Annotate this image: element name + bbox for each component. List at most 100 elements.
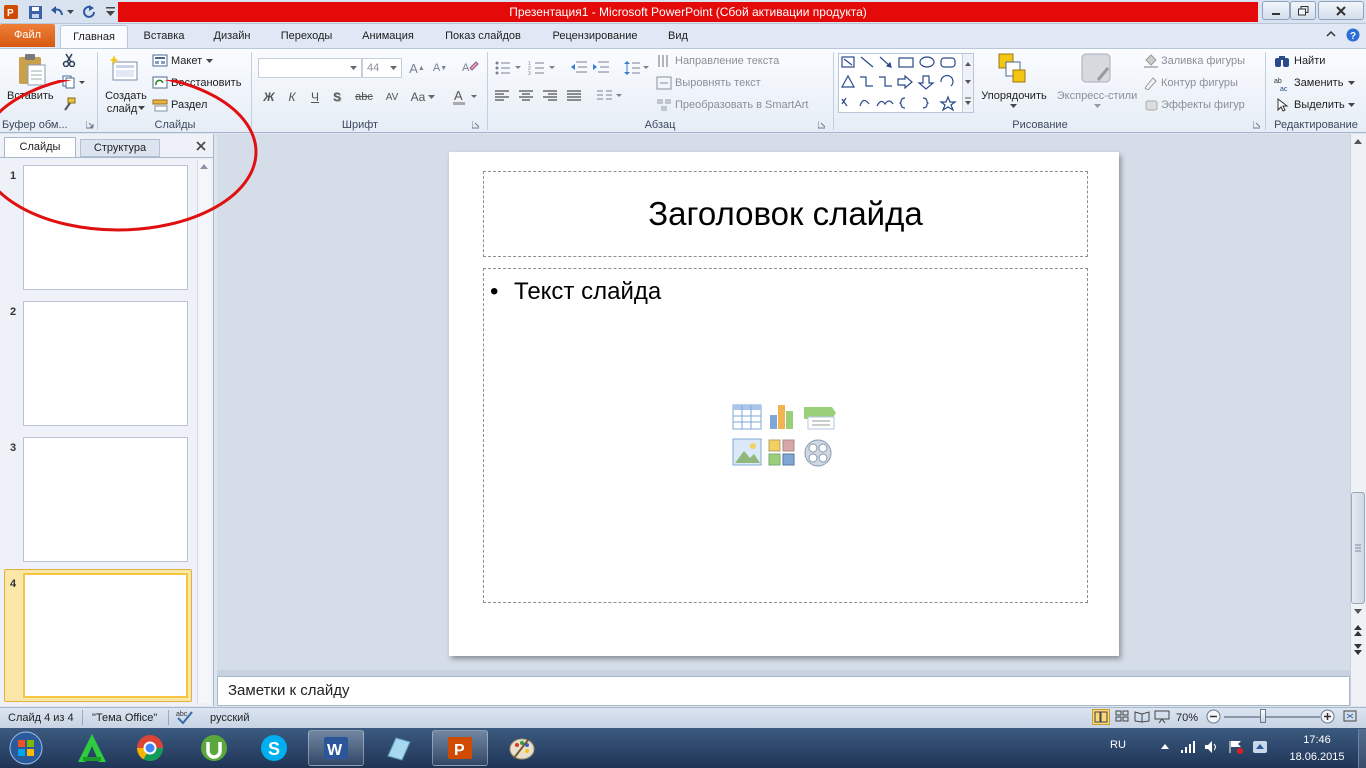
undo-icon[interactable] [48, 3, 66, 21]
customize-qat-icon[interactable] [104, 3, 116, 21]
change-case-button[interactable]: Aa [408, 88, 438, 106]
clear-formatting-icon[interactable]: A [460, 58, 480, 78]
justify-icon[interactable] [566, 89, 584, 105]
slide-sorter-icon[interactable] [1114, 709, 1132, 725]
tab-slideshow[interactable]: Показ слайдов [433, 24, 533, 48]
layout-button[interactable]: Макет [171, 54, 202, 68]
taskbar-chrome[interactable] [122, 730, 178, 766]
bullets-icon[interactable] [494, 60, 524, 78]
zoom-out-icon[interactable] [1206, 709, 1222, 725]
minimize-ribbon-icon[interactable] [1326, 30, 1338, 42]
theme-status[interactable]: "Тема Office" [92, 708, 157, 728]
arrange-button[interactable]: Упорядочить [978, 89, 1050, 103]
select-icon[interactable] [1274, 98, 1292, 112]
text-direction-icon[interactable] [656, 54, 672, 68]
font-launcher-icon[interactable] [472, 121, 480, 129]
volume-icon[interactable] [1204, 740, 1220, 754]
quick-styles-button[interactable]: Экспресс-стили [1054, 89, 1140, 103]
align-right-icon[interactable] [542, 89, 560, 105]
align-left-icon[interactable] [494, 89, 512, 105]
show-desktop-button[interactable] [1358, 729, 1366, 768]
slide-title[interactable]: Заголовок слайда [483, 192, 1088, 236]
undo-dropdown-icon[interactable] [66, 3, 74, 21]
shrink-font-icon[interactable]: A ▼ [430, 58, 450, 78]
scroll-down-icon[interactable] [1352, 606, 1364, 618]
close-window-button[interactable] [1318, 1, 1364, 20]
shadow-text-icon[interactable]: SS [330, 88, 348, 106]
scroll-thumb[interactable] [1351, 492, 1365, 604]
start-button[interactable] [6, 730, 46, 766]
action-center-flag-icon[interactable] [1228, 740, 1244, 754]
tray-app-icon[interactable] [1252, 740, 1268, 754]
grow-font-icon[interactable]: A ▲ [407, 58, 427, 78]
fit-to-window-icon[interactable] [1342, 709, 1360, 725]
strikethrough-button[interactable]: abc [352, 88, 376, 106]
taskbar-paint[interactable] [494, 730, 550, 766]
reading-view-icon[interactable] [1134, 709, 1152, 725]
line-spacing-icon[interactable] [624, 60, 650, 78]
restore-button[interactable] [1290, 1, 1316, 20]
tab-design[interactable]: Дизайн [201, 24, 263, 48]
redo-icon[interactable] [80, 3, 98, 21]
tab-view[interactable]: Вид [657, 24, 699, 48]
columns-icon[interactable] [596, 89, 624, 105]
shape-outline-button[interactable]: Контур фигуры [1161, 76, 1238, 90]
minimize-button[interactable] [1262, 1, 1290, 20]
shape-fill-button[interactable]: Заливка фигуры [1161, 54, 1245, 68]
scroll-up-icon[interactable] [1352, 136, 1364, 150]
language-indicator[interactable]: RU [1110, 739, 1126, 751]
select-button[interactable]: Выделить [1294, 98, 1345, 112]
shape-effects-icon[interactable] [1143, 98, 1159, 112]
convert-smartart-button[interactable]: Преобразовать в SmartArt [675, 98, 808, 112]
font-name-combobox[interactable] [258, 58, 362, 78]
help-icon[interactable]: ? [1346, 28, 1362, 44]
language-status[interactable]: русский [210, 708, 249, 728]
next-slide-icon[interactable] [1352, 642, 1364, 656]
char-spacing-button[interactable]: AV [380, 88, 404, 106]
slide-thumbnail-3[interactable] [23, 437, 188, 562]
tab-transitions[interactable]: Переходы [269, 24, 344, 48]
clock-date[interactable]: 18.06.2015 [1282, 750, 1352, 764]
find-button[interactable]: Найти [1294, 54, 1325, 68]
taskbar-glass-app[interactable] [370, 730, 426, 766]
zoom-slider-track[interactable] [1224, 716, 1320, 718]
binoculars-icon[interactable] [1274, 54, 1292, 68]
tray-expand-icon[interactable] [1160, 742, 1170, 752]
decrease-indent-icon[interactable] [570, 60, 588, 78]
numbering-icon[interactable]: 123 [528, 60, 558, 78]
spellcheck-icon[interactable]: abc [176, 709, 194, 725]
shape-effects-button[interactable]: Эффекты фигур [1161, 98, 1245, 112]
increase-indent-icon[interactable] [592, 60, 610, 78]
slides-pane-scrollbar[interactable] [197, 160, 211, 703]
paragraph-launcher-icon[interactable] [818, 121, 826, 129]
cut-icon[interactable] [62, 53, 76, 67]
taskbar-word[interactable]: W [308, 730, 364, 766]
shapes-gallery[interactable] [838, 53, 974, 113]
italic-button[interactable]: К [283, 88, 301, 106]
notes-pane[interactable]: Заметки к слайду [217, 676, 1350, 706]
powerpoint-app-icon[interactable]: P [2, 3, 20, 21]
slideshow-view-icon[interactable] [1154, 709, 1172, 725]
slide-body-text[interactable]: Текст слайда [514, 277, 661, 307]
taskbar-skype[interactable]: S [246, 730, 302, 766]
layout-icon[interactable] [152, 54, 168, 68]
arrange-icon[interactable] [996, 52, 1030, 88]
bold-button[interactable]: Ж [260, 88, 278, 106]
align-text-icon[interactable] [656, 76, 672, 90]
font-size-combobox[interactable]: 44 [362, 58, 402, 78]
shape-outline-icon[interactable] [1143, 76, 1159, 90]
tab-file[interactable]: Файл [0, 24, 55, 47]
smartart-icon[interactable] [656, 98, 672, 112]
taskbar-app-green[interactable] [64, 730, 120, 766]
text-direction-button[interactable]: Направление текста [675, 54, 779, 68]
tab-review[interactable]: Рецензирование [540, 24, 650, 48]
font-color-icon[interactable]: A [450, 88, 480, 106]
align-center-icon[interactable] [518, 89, 536, 105]
taskbar-utorrent[interactable] [186, 730, 242, 766]
normal-view-icon[interactable] [1092, 709, 1110, 725]
replace-icon[interactable]: ab ac [1274, 76, 1292, 92]
save-icon[interactable] [26, 3, 44, 21]
tab-insert[interactable]: Вставка [133, 24, 195, 48]
align-text-button[interactable]: Выровнять текст [675, 76, 761, 90]
replace-button[interactable]: Заменить [1294, 76, 1343, 90]
